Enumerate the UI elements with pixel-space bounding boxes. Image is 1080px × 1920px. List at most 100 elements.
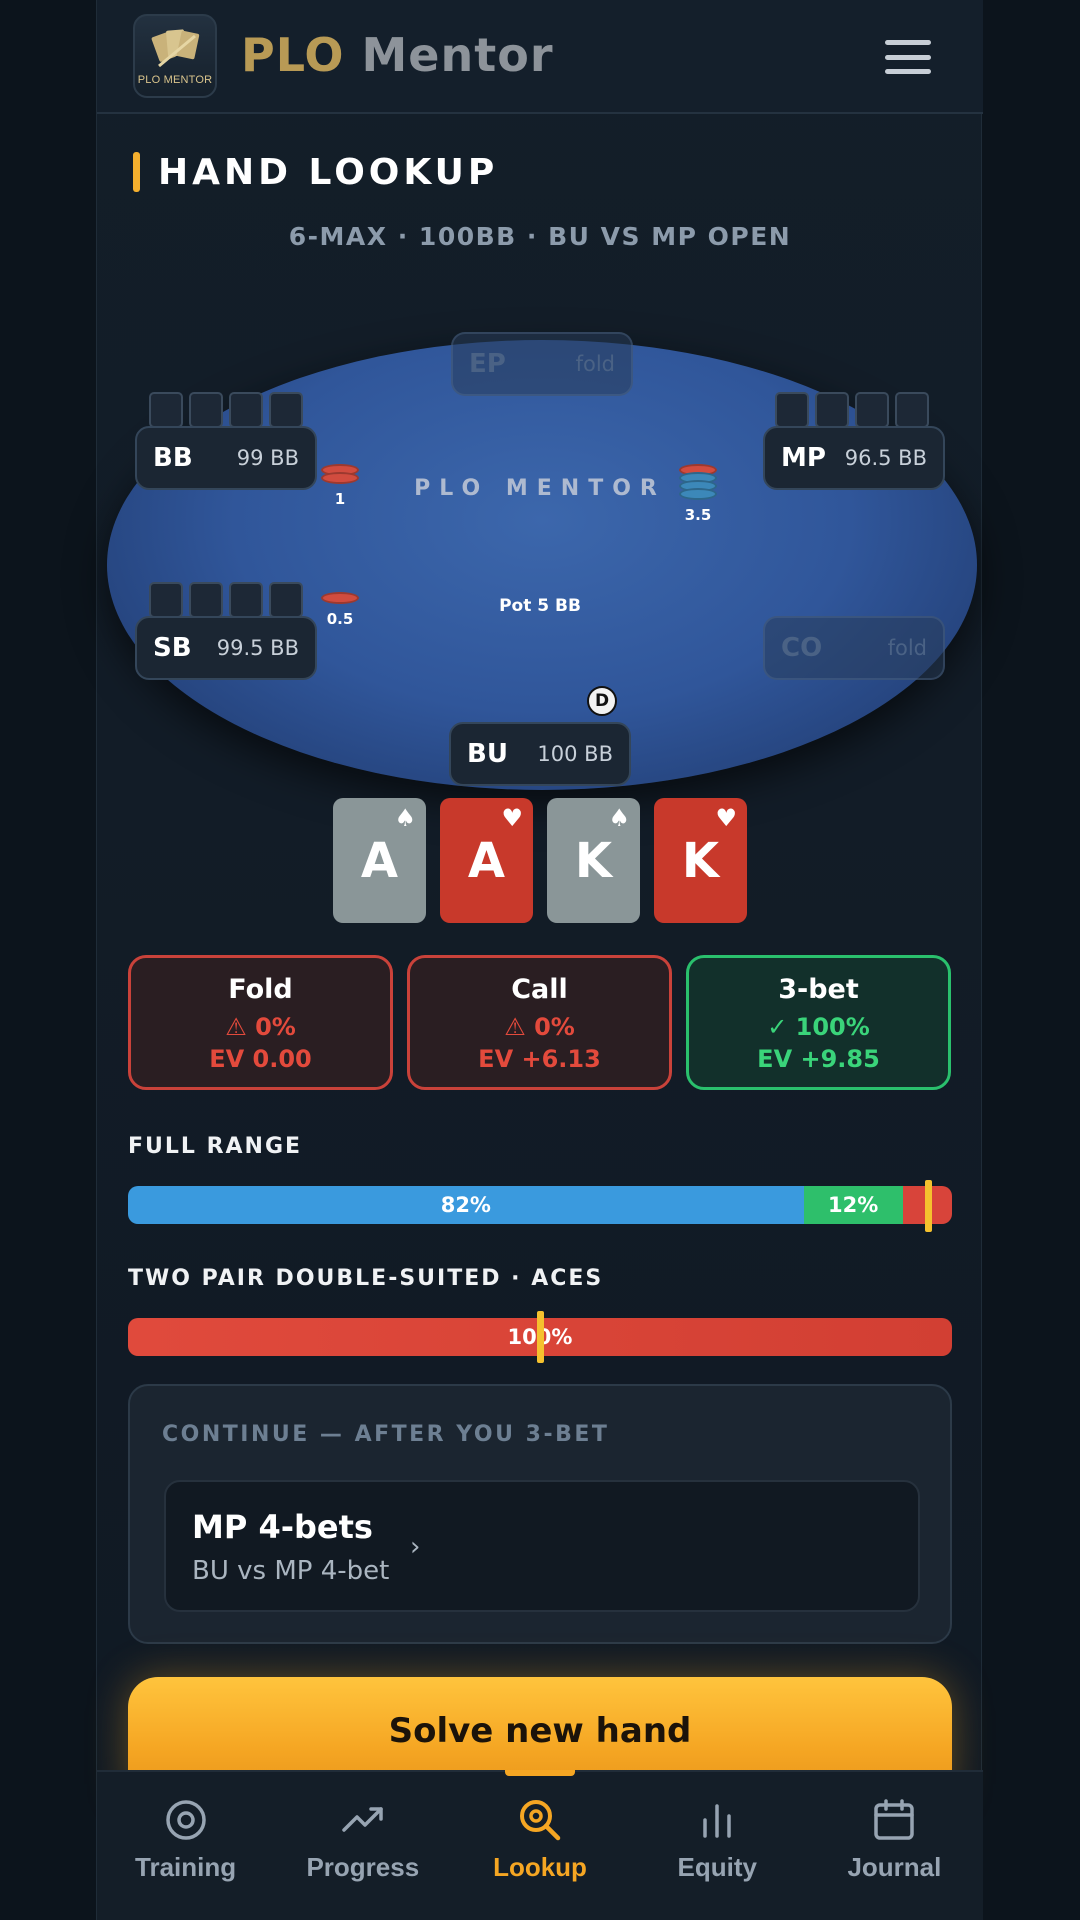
range-segment-3bet: 82% [128, 1186, 804, 1224]
nav-lookup[interactable]: Lookup [451, 1770, 628, 1920]
chevron-right-icon: › [410, 1532, 421, 1562]
mp-bet-chips: 3.5 [679, 464, 717, 524]
hamburger-menu-icon[interactable] [885, 40, 931, 74]
action-frequency: ✓ 100% [689, 1013, 948, 1041]
seat-position: EP [469, 349, 506, 379]
seat-bu[interactable]: BU 100 BB [449, 722, 631, 786]
app-logo[interactable]: PLO MENTOR [133, 14, 217, 98]
brand-title: PLO Mentor [241, 28, 554, 82]
card-back [229, 392, 263, 428]
title-accent-bar [133, 152, 140, 192]
continue-panel: CONTINUE — AFTER YOU 3-BET MP 4-bets BU … [128, 1384, 952, 1644]
bb-bet-amount: 1 [334, 490, 346, 508]
app-shell: PLO MENTOR PLO Mentor HAND LOOKUP 6-MAX … [96, 0, 983, 1920]
warning-icon: ⚠ [504, 1013, 526, 1041]
brand-part-plo: PLO [241, 28, 345, 82]
target-icon [165, 1800, 206, 1840]
seat-position: BU [467, 739, 508, 769]
card-rank: A [360, 832, 399, 889]
seat-position: CO [781, 633, 823, 663]
mp-hole-cards [775, 392, 929, 428]
seat-stack: fold [575, 352, 615, 376]
card-back [189, 392, 223, 428]
heart-icon: ♥ [501, 804, 523, 832]
continue-option-mp-4bets[interactable]: MP 4-bets BU vs MP 4-bet › [164, 1480, 920, 1612]
bb-bet-chips: 1 [321, 464, 359, 508]
scenario-subtitle: 6-MAX · 100BB · BU VS MP OPEN [288, 222, 792, 251]
range-segment-call: 12% [803, 1186, 903, 1224]
seat-position: SB [153, 633, 192, 663]
action-frequency: ⚠ 0% [131, 1013, 390, 1041]
mp-bet-amount: 3.5 [684, 506, 712, 524]
action-call[interactable]: Call ⚠ 0% EV +6.13 [407, 955, 672, 1090]
hole-card: K ♥ [654, 798, 747, 923]
search-icon [520, 1800, 561, 1841]
hole-card: A ♥ [440, 798, 533, 923]
seat-stack: 100 BB [537, 742, 613, 766]
seat-sb[interactable]: SB 99.5 BB [135, 616, 317, 680]
sb-bet-amount: 0.5 [326, 610, 354, 628]
card-back [269, 392, 303, 428]
hero-hand: A ♠ A ♥ K ♠ K ♥ [333, 798, 747, 923]
card-rank: A [467, 832, 506, 889]
seat-ep[interactable]: EP fold [451, 332, 633, 396]
spade-icon: ♠ [394, 804, 416, 832]
cards-fan-icon [151, 29, 200, 68]
nav-label: Lookup [493, 1852, 587, 1882]
action-name: Call [511, 974, 568, 1005]
nav-journal[interactable]: Journal [806, 1772, 983, 1920]
trend-up-icon [342, 1807, 383, 1832]
action-fold[interactable]: Fold ⚠ 0% EV 0.00 [128, 955, 393, 1090]
hand-class-label: TWO PAIR DOUBLE-SUITED · ACES [128, 1266, 604, 1291]
bb-hole-cards [149, 392, 303, 428]
nav-label: Equity [677, 1852, 757, 1882]
section-header: HAND LOOKUP [133, 152, 498, 193]
frequency-value: 100% [795, 1013, 870, 1041]
app-header: PLO MENTOR PLO Mentor [97, 0, 983, 114]
brand-part-mentor: Mentor [361, 28, 554, 82]
nav-training[interactable]: Training [97, 1772, 274, 1920]
seat-stack: 99.5 BB [216, 636, 299, 660]
card-rank: K [681, 832, 720, 889]
full-range-label: FULL RANGE [128, 1134, 303, 1159]
nav-label: Progress [306, 1852, 420, 1882]
frequency-value: 0% [255, 1013, 296, 1041]
seat-bb[interactable]: BB 99 BB [135, 426, 317, 490]
sb-hole-cards [149, 582, 303, 618]
nav-label: Training [135, 1852, 237, 1882]
spade-icon: ♠ [608, 804, 630, 832]
card-back [149, 582, 183, 618]
action-ev: EV 0.00 [209, 1045, 312, 1073]
card-back [775, 392, 809, 428]
hole-card: K ♠ [547, 798, 640, 923]
card-back [149, 392, 183, 428]
seat-co[interactable]: CO fold [763, 616, 945, 680]
card-back [855, 392, 889, 428]
card-rank: K [574, 832, 613, 889]
action-ev: EV +6.13 [478, 1045, 601, 1073]
active-indicator [505, 1770, 575, 1776]
hand-position-marker [925, 1180, 932, 1232]
continue-option-title: MP 4-bets [192, 1508, 373, 1546]
continue-heading: CONTINUE — AFTER YOU 3-BET [162, 1422, 610, 1447]
heart-icon: ♥ [715, 804, 737, 832]
seat-position: BB [153, 443, 193, 473]
card-back [269, 582, 303, 618]
check-icon: ✓ [767, 1013, 788, 1041]
action-ev: EV +9.85 [757, 1045, 880, 1073]
seat-mp[interactable]: MP 96.5 BB [763, 426, 945, 490]
nav-label: Journal [847, 1852, 942, 1882]
nav-progress[interactable]: Progress [274, 1772, 451, 1920]
action-3bet[interactable]: 3-bet ✓ 100% EV +9.85 [686, 955, 951, 1090]
calendar-icon [874, 1799, 915, 1840]
logo-caption: PLO MENTOR [137, 74, 213, 86]
card-back [895, 392, 929, 428]
nav-equity[interactable]: Equity [629, 1772, 806, 1920]
poker-table: PLO MENTOR Pot 5 BB EP fold BB 99 BB 1 M… [97, 320, 983, 790]
seat-stack: fold [887, 636, 927, 660]
frequency-value: 0% [534, 1013, 575, 1041]
warning-icon: ⚠ [225, 1013, 247, 1041]
card-back [189, 582, 223, 618]
full-range-bar: 82% 12% [128, 1186, 952, 1224]
card-back [815, 392, 849, 428]
